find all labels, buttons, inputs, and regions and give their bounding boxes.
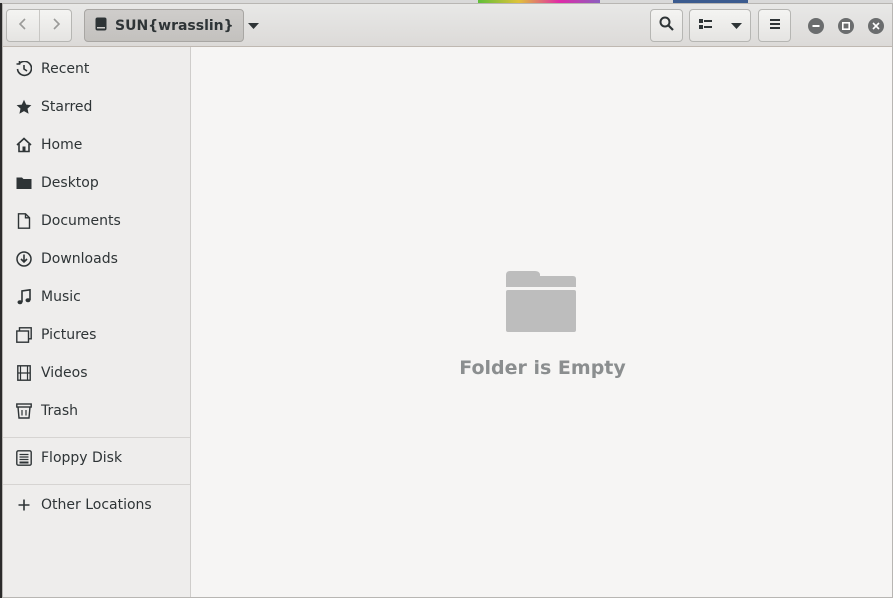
document-icon	[15, 213, 32, 230]
path-label: SUN{wrasslin}	[115, 17, 234, 34]
empty-folder-icon	[505, 271, 577, 337]
forward-button[interactable]	[39, 10, 71, 41]
sidebar-item-music[interactable]: Music	[3, 278, 190, 316]
sidebar-item-other-locations[interactable]: Other Locations	[3, 486, 190, 524]
sidebar-separator	[3, 437, 190, 438]
sidebar-item-desktop[interactable]: Desktop	[3, 164, 190, 202]
pictures-icon	[15, 327, 32, 344]
floppy-drive-icon	[15, 450, 32, 467]
path-bar-button[interactable]: SUN{wrasslin}	[84, 9, 259, 42]
sidebar-item-recent[interactable]: Recent	[3, 50, 190, 88]
back-button[interactable]	[7, 10, 39, 41]
music-note-icon	[15, 289, 32, 306]
clock-icon	[15, 61, 32, 78]
caret-down-icon	[247, 18, 259, 34]
sidebar-item-documents[interactable]: Documents	[3, 202, 190, 240]
search-button[interactable]	[650, 9, 683, 42]
sidebar-item-label: Other Locations	[41, 497, 152, 513]
home-icon	[15, 137, 32, 154]
sidebar-item-label: Pictures	[41, 327, 97, 343]
sidebar-item-pictures[interactable]: Pictures	[3, 316, 190, 354]
sidebar-item-label: Home	[41, 137, 83, 153]
plus-icon	[15, 497, 32, 514]
minimize-icon	[812, 18, 820, 34]
close-button[interactable]	[868, 18, 884, 34]
header-bar: SUN{wrasslin}	[3, 4, 892, 47]
folder-icon	[15, 175, 32, 192]
list-view-button[interactable]	[690, 10, 723, 41]
view-options-button	[689, 9, 751, 42]
hamburger-menu-icon	[769, 18, 781, 34]
sidebar-item-label: Starred	[41, 99, 93, 115]
film-icon	[15, 365, 32, 382]
folder-view[interactable]: Folder is Empty	[192, 47, 892, 597]
sidebar-item-starred[interactable]: Starred	[3, 88, 190, 126]
sidebar-item-downloads[interactable]: Downloads	[3, 240, 190, 278]
search-icon	[659, 16, 674, 35]
sidebar-item-home[interactable]: Home	[3, 126, 190, 164]
sidebar-item-label: Documents	[41, 213, 121, 229]
sidebar: Recent Starred Home Desktop Documents Do…	[3, 47, 191, 597]
sidebar-item-label: Desktop	[41, 175, 99, 191]
maximize-button[interactable]	[838, 18, 854, 34]
chevron-left-icon	[18, 17, 28, 35]
chevron-right-icon	[51, 17, 61, 35]
sidebar-item-label: Downloads	[41, 251, 118, 267]
sidebar-item-label: Floppy Disk	[41, 450, 123, 466]
sidebar-item-label: Recent	[41, 61, 90, 77]
maximize-icon	[842, 18, 851, 34]
list-view-icon	[699, 18, 713, 34]
sidebar-separator	[3, 484, 190, 485]
file-manager-window: SUN{wrasslin} Recent Starred Home Deskto…	[2, 3, 893, 598]
trash-icon	[15, 403, 32, 420]
sidebar-item-label: Music	[41, 289, 81, 305]
sidebar-item-trash[interactable]: Trash	[3, 392, 190, 430]
navigation-buttons	[6, 9, 72, 42]
close-icon	[872, 18, 880, 34]
star-icon	[15, 99, 32, 116]
sidebar-item-floppy-disk[interactable]: Floppy Disk	[3, 439, 190, 477]
caret-down-icon	[730, 18, 742, 34]
sidebar-item-label: Trash	[41, 403, 78, 419]
minimize-button[interactable]	[808, 18, 824, 34]
drive-icon	[95, 17, 107, 35]
empty-state-label: Folder is Empty	[459, 357, 626, 379]
sidebar-item-videos[interactable]: Videos	[3, 354, 190, 392]
main-menu-button[interactable]	[758, 9, 791, 42]
view-dropdown-button[interactable]	[723, 10, 750, 41]
sidebar-item-label: Videos	[41, 365, 88, 381]
download-icon	[15, 251, 32, 268]
